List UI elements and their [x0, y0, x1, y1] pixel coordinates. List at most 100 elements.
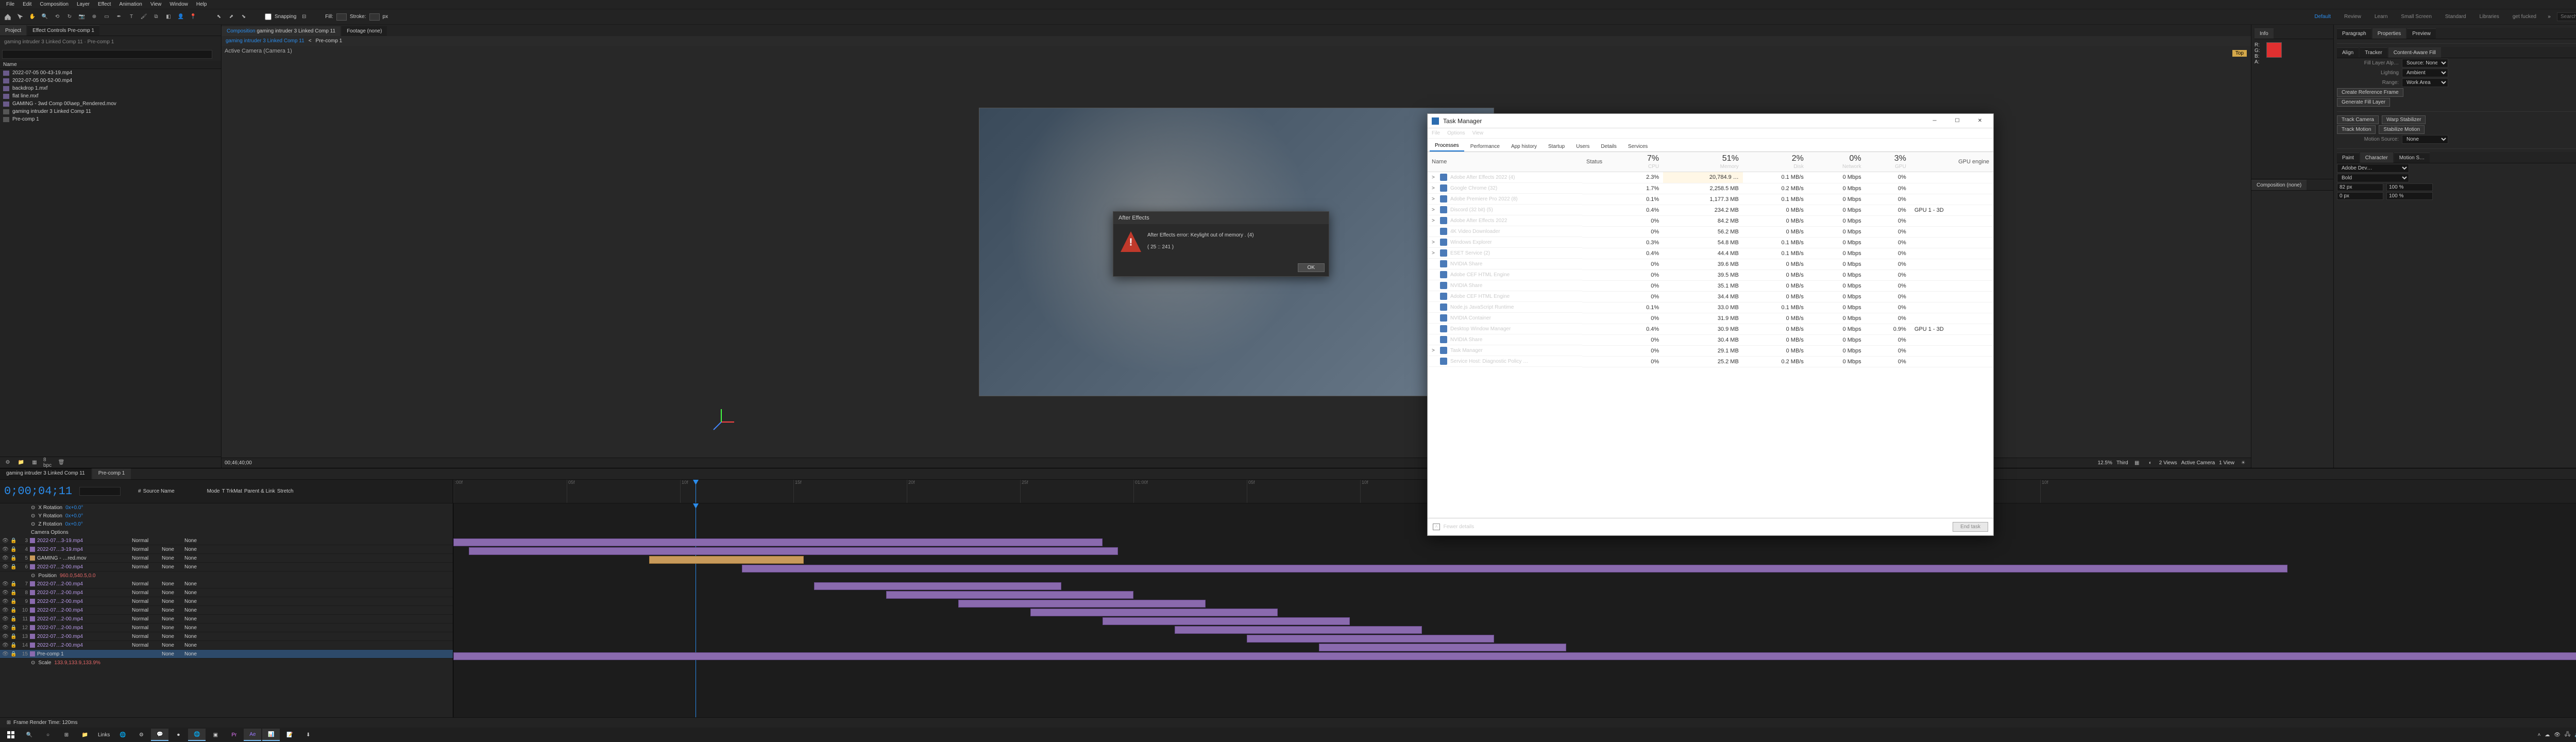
close-button[interactable]: ✕: [1971, 115, 1989, 127]
taskmgr-taskbar-icon[interactable]: 📊: [262, 729, 280, 741]
layer-row[interactable]: 👁🔒14 2022-07…2-00.mp4 NormalNoneNone: [0, 641, 453, 650]
clone-tool-icon[interactable]: ⧉: [151, 12, 161, 22]
timeline-search-input[interactable]: [79, 487, 121, 496]
process-row[interactable]: >Task Manager 0%29.1 MB0 MB/s0 Mbps0%: [1428, 345, 1993, 356]
layer-bar[interactable]: [1247, 635, 1494, 643]
tm-tab-app-history[interactable]: App history: [1506, 142, 1542, 151]
font-weight-select[interactable]: Bold: [2337, 174, 2409, 182]
tm-tab-details[interactable]: Details: [1596, 142, 1622, 151]
aftereffects-icon[interactable]: Ae: [244, 729, 261, 741]
process-row[interactable]: >Adobe Premiere Pro 2022 (8) 0.1%1,177.3…: [1428, 194, 1993, 205]
workspace-custom[interactable]: get fucked: [2507, 13, 2541, 21]
project-item[interactable]: Pre-comp 1: [0, 115, 221, 123]
eraser-tool-icon[interactable]: ◧: [164, 12, 173, 22]
layer-list[interactable]: ⊙X Rotation 0x+0.0° ⊙Y Rotation 0x+0.0° …: [0, 503, 453, 717]
menu-edit[interactable]: Edit: [19, 2, 36, 7]
timeline-tab-1[interactable]: Pre-comp 1: [92, 468, 131, 479]
layer-bar[interactable]: [1175, 626, 1422, 634]
current-timecode[interactable]: 0;00;04;11: [4, 485, 72, 498]
layer-bar[interactable]: [1030, 609, 1278, 616]
layer-row[interactable]: 👁🔒8 2022-07…2-00.mp4 NormalNoneNone: [0, 588, 453, 597]
col-disk[interactable]: 2%Disk: [1743, 152, 1808, 172]
motion-source-select[interactable]: None: [2402, 135, 2448, 144]
taskmgr-process-table[interactable]: Name Status 7%CPU 51%Memory 2%Disk 0%Net…: [1428, 152, 1993, 518]
layer-row[interactable]: 👁🔒7 2022-07…2-00.mp4 NormalNoneNone: [0, 580, 453, 588]
process-row[interactable]: >Adobe After Effects 2022 0%84.2 MB0 MB/…: [1428, 215, 1993, 226]
tm-menu-view[interactable]: View: [1472, 130, 1484, 136]
col-network[interactable]: 0%Network: [1808, 152, 1866, 172]
workspace-standard[interactable]: Standard: [2440, 13, 2471, 21]
exposure-icon[interactable]: ☀: [2239, 459, 2248, 468]
process-row[interactable]: >Windows Explorer 0.3%54.8 MB0.1 MB/s0 M…: [1428, 237, 1993, 248]
scale-input[interactable]: [2386, 192, 2433, 200]
process-row[interactable]: NVIDIA Share 0%35.1 MB0 MB/s0 Mbps0%: [1428, 280, 1993, 291]
workspace-small-screen[interactable]: Small Screen: [2396, 13, 2436, 21]
workspace-review[interactable]: Review: [2339, 13, 2366, 21]
project-item[interactable]: flat line.mxf: [0, 92, 221, 100]
layer-row[interactable]: 👁🔒5 GAMING - …red.mov NormalNoneNone: [0, 554, 453, 563]
pen-tool-icon[interactable]: ✒: [114, 12, 124, 22]
menu-file[interactable]: File: [2, 2, 19, 7]
track-camera-button[interactable]: Track Camera: [2337, 115, 2379, 124]
orbit-tool-icon[interactable]: ⟲: [53, 12, 62, 22]
crumb-link-1[interactable]: gaming intruder 3 Linked Comp 11: [226, 38, 304, 44]
project-col-name[interactable]: Name: [3, 62, 17, 68]
project-tab[interactable]: Project: [0, 25, 26, 36]
layer-bar[interactable]: [1319, 644, 1566, 651]
new-folder-icon[interactable]: 📁: [16, 458, 26, 467]
process-row[interactable]: >Adobe After Effects 2022 (4) 2.3%20,784…: [1428, 172, 1993, 183]
menu-help[interactable]: Help: [192, 2, 211, 7]
y-rotation-prop[interactable]: ⊙Y Rotation 0x+0.0°: [0, 512, 453, 520]
layer-row[interactable]: 👁🔒11 2022-07…2-00.mp4 NormalNoneNone: [0, 615, 453, 623]
col-cpu[interactable]: 7%CPU: [1618, 152, 1663, 172]
timeline-tab-0[interactable]: gaming intruder 3 Linked Comp 11: [0, 468, 91, 479]
menu-animation[interactable]: Animation: [115, 2, 146, 7]
process-row[interactable]: >Google Chrome (32) 1.7%2,258.5 MB0.2 MB…: [1428, 183, 1993, 194]
track-motion-button[interactable]: Track Motion: [2337, 125, 2376, 134]
paragraph-tab[interactable]: Paragraph: [2337, 28, 2371, 39]
layer-row[interactable]: 👁🔒12 2022-07…2-00.mp4 NormalNoneNone: [0, 623, 453, 632]
chrome-icon[interactable]: 🌐: [188, 729, 206, 741]
layer-bar[interactable]: [958, 600, 1206, 608]
col-memory[interactable]: 51%Memory: [1663, 152, 1743, 172]
col-gpu-engine[interactable]: GPU engine: [1910, 152, 1993, 172]
composition-tab-main[interactable]: Composition gaming intruder 3 Linked Com…: [222, 26, 341, 36]
workspace-default[interactable]: Default: [2309, 13, 2336, 21]
top-view-badge[interactable]: Top: [2232, 50, 2247, 57]
obs-icon[interactable]: ⏺: [170, 729, 187, 741]
layer-row[interactable]: 👁🔒6 2022-07…2-00.mp4 NormalNoneNone: [0, 563, 453, 571]
edge-icon[interactable]: 🌐: [114, 729, 131, 741]
info-tab[interactable]: Info: [2255, 28, 2274, 39]
paint-tab[interactable]: Paint: [2337, 153, 2359, 163]
steam-icon[interactable]: ⚙: [132, 729, 150, 741]
font-size-input[interactable]: [2337, 183, 2383, 191]
type-tool-icon[interactable]: T: [127, 12, 136, 22]
tray-nvidia-icon[interactable]: 👁: [2554, 732, 2561, 738]
footage-tab[interactable]: Footage (none): [342, 26, 387, 36]
interpret-footage-icon[interactable]: ⚙: [3, 458, 12, 467]
resolution-dropdown[interactable]: Third: [2116, 460, 2128, 466]
selection-tool-icon[interactable]: [15, 12, 25, 22]
layer-bar[interactable]: [742, 565, 2287, 572]
layer-bar[interactable]: [1103, 617, 1350, 625]
4kvd-icon[interactable]: ⬇: [299, 729, 317, 741]
camera-dropdown[interactable]: Active Camera: [2181, 460, 2215, 466]
process-row[interactable]: 4K Video Downloader 0%56.2 MB0 MB/s0 Mbp…: [1428, 226, 1993, 237]
cortana-icon[interactable]: ○: [39, 729, 57, 741]
workspace-overflow-icon[interactable]: »: [2545, 12, 2554, 22]
mask-toggle-icon[interactable]: ◐: [2146, 459, 2155, 468]
project-filter-input[interactable]: [2, 50, 212, 59]
process-row[interactable]: Adobe CEF HTML Engine 0%34.4 MB0 MB/s0 M…: [1428, 291, 1993, 302]
process-row[interactable]: >ESET Service (2) 0.4%44.4 MB0.1 MB/s0 M…: [1428, 248, 1993, 259]
puppet-tool-icon[interactable]: 📍: [189, 12, 198, 22]
search-help-input[interactable]: [2557, 12, 2576, 21]
effect-controls-tab[interactable]: Effect Controls Pre-comp 1: [27, 25, 99, 36]
menu-layer[interactable]: Layer: [73, 2, 94, 7]
lighting-select[interactable]: Ambient: [2402, 69, 2448, 77]
ae-error-ok-button[interactable]: OK: [1298, 263, 1325, 272]
search-icon[interactable]: 🔍: [21, 729, 38, 741]
layer-bar[interactable]: [649, 556, 804, 564]
layer-row[interactable]: 👁🔒9 2022-07…2-00.mp4 NormalNoneNone: [0, 597, 453, 606]
shape-tool-icon[interactable]: ▭: [102, 12, 111, 22]
leading-input[interactable]: [2337, 192, 2383, 200]
